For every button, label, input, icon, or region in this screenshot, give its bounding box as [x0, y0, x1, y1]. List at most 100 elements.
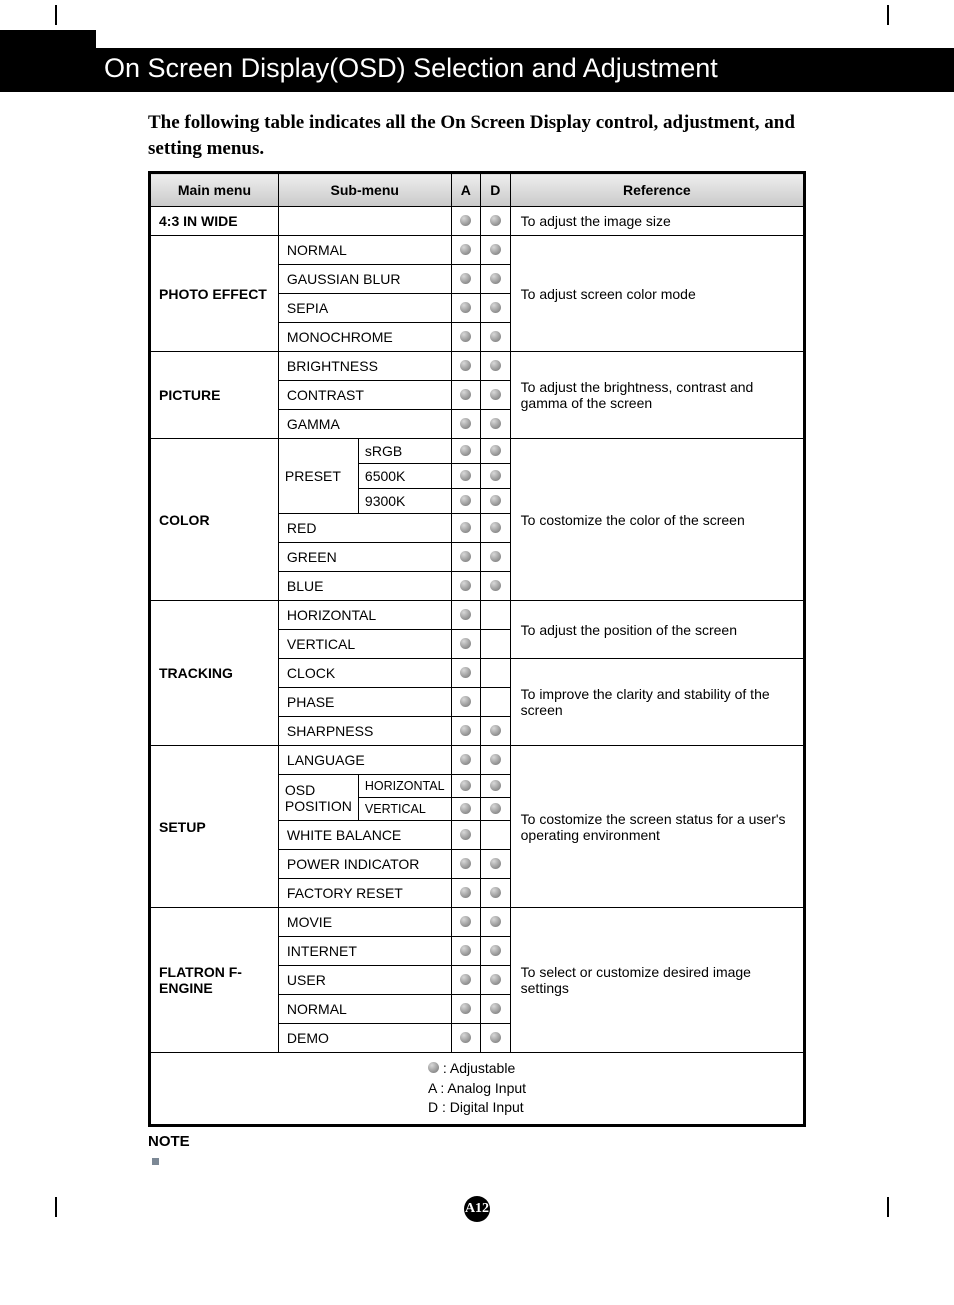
- ref-picture: To adjust the brightness, contrast and g…: [510, 352, 804, 439]
- dot-icon: [490, 754, 501, 765]
- legend-a: A : Analog Input: [428, 1080, 526, 1096]
- sub-label: GAUSSIAN BLUR: [278, 265, 451, 294]
- main-tracking: TRACKING: [150, 601, 279, 746]
- dot-icon: [460, 273, 471, 284]
- col-sub: Sub-menu: [278, 173, 451, 207]
- dot-icon: [490, 780, 501, 791]
- sub-label: GAMMA: [278, 410, 451, 439]
- legend: : Adjustable A : Analog Input D : Digita…: [150, 1053, 805, 1126]
- dot-icon: [460, 696, 471, 707]
- sub-label: VERTICAL: [358, 798, 451, 821]
- dot-icon: [460, 780, 471, 791]
- dot-icon: [460, 1003, 471, 1014]
- main-picture: PICTURE: [150, 352, 279, 439]
- dot-icon: [490, 418, 501, 429]
- dot-icon: [490, 858, 501, 869]
- dot-icon: [460, 302, 471, 313]
- dot-icon: [460, 360, 471, 371]
- row-43: 4:3 IN WIDE To adjust the image size: [150, 207, 805, 236]
- bullet-icon: [152, 1158, 159, 1165]
- dot-icon: [428, 1062, 439, 1073]
- sub-label: BRIGHTNESS: [278, 352, 451, 381]
- sub-osd: OSD POSITION: [278, 775, 358, 821]
- sub-preset: PRESET: [278, 439, 358, 514]
- dot-icon: [460, 725, 471, 736]
- sub-label: PHASE: [278, 688, 451, 717]
- dot-icon: [460, 215, 471, 226]
- sub-label: SHARPNESS: [278, 717, 451, 746]
- dot-icon: [460, 551, 471, 562]
- dot-icon: [460, 916, 471, 927]
- main-color: COLOR: [150, 439, 279, 601]
- dot-icon: [460, 580, 471, 591]
- dot-icon: [490, 522, 501, 533]
- page-title: On Screen Display(OSD) Selection and Adj…: [96, 48, 954, 92]
- dot-icon: [460, 803, 471, 814]
- sub-label: FACTORY RESET: [278, 879, 451, 908]
- sub-label: CLOCK: [278, 659, 451, 688]
- sub-label: MOVIE: [278, 908, 451, 937]
- col-main: Main menu: [150, 173, 279, 207]
- sub-label: NORMAL: [278, 995, 451, 1024]
- legend-adj: : Adjustable: [443, 1060, 515, 1076]
- dot-icon: [490, 331, 501, 342]
- dot-icon: [490, 945, 501, 956]
- dot-icon: [490, 470, 501, 481]
- dot-icon: [460, 858, 471, 869]
- dot-icon: [490, 974, 501, 985]
- dot-icon: [490, 1003, 501, 1014]
- dot-icon: [460, 974, 471, 985]
- dot-icon: [490, 244, 501, 255]
- dot-icon: [460, 331, 471, 342]
- sub-label: BLUE: [278, 572, 451, 601]
- sub-label: NORMAL: [278, 236, 451, 265]
- ref-tracking-clk: To improve the clarity and stability of …: [510, 659, 804, 746]
- main-setup: SETUP: [150, 746, 279, 908]
- dot-icon: [460, 244, 471, 255]
- dot-icon: [460, 754, 471, 765]
- sub-label: RED: [278, 514, 451, 543]
- dot-icon: [490, 445, 501, 456]
- sub-label: GREEN: [278, 543, 451, 572]
- dot-icon: [460, 829, 471, 840]
- dot-icon: [460, 389, 471, 400]
- ref-tracking-pos: To adjust the position of the screen: [510, 601, 804, 659]
- ref-color: To costomize the color of the screen: [510, 439, 804, 601]
- dot-icon: [490, 887, 501, 898]
- sub-label: INTERNET: [278, 937, 451, 966]
- main-photo: PHOTO EFFECT: [150, 236, 279, 352]
- row-photo-normal: PHOTO EFFECT NORMAL To adjust screen col…: [150, 236, 805, 265]
- dot-icon: [490, 302, 501, 313]
- col-ref: Reference: [510, 173, 804, 207]
- sub-label: CONTRAST: [278, 381, 451, 410]
- dot-icon: [460, 1032, 471, 1043]
- sub-label: USER: [278, 966, 451, 995]
- dot-icon: [490, 1032, 501, 1043]
- legend-d: D : Digital Input: [428, 1099, 524, 1115]
- sub-label: VERTICAL: [278, 630, 451, 659]
- dot-icon: [460, 945, 471, 956]
- dot-icon: [460, 887, 471, 898]
- sub-label: sRGB: [358, 439, 451, 464]
- dot-icon: [460, 445, 471, 456]
- col-d: D: [481, 173, 511, 207]
- dot-icon: [490, 389, 501, 400]
- ref-fengine: To select or customize desired image set…: [510, 908, 804, 1053]
- dot-icon: [490, 803, 501, 814]
- dot-icon: [460, 470, 471, 481]
- dot-icon: [460, 638, 471, 649]
- dot-icon: [460, 609, 471, 620]
- dot-icon: [490, 273, 501, 284]
- sub-label: SEPIA: [278, 294, 451, 323]
- sub-label: 6500K: [358, 464, 451, 489]
- ref-photo: To adjust screen color mode: [510, 236, 804, 352]
- header-bar: On Screen Display(OSD) Selection and Adj…: [0, 0, 954, 92]
- ref-setup: To costomize the screen status for a use…: [510, 746, 804, 908]
- dot-icon: [460, 667, 471, 678]
- intro-text: The following table indicates all the On…: [148, 110, 806, 161]
- sub-label: DEMO: [278, 1024, 451, 1053]
- sub-label: LANGUAGE: [278, 746, 451, 775]
- sub-label: 9300K: [358, 489, 451, 514]
- sub-label: HORIZONTAL: [278, 601, 451, 630]
- dot-icon: [490, 551, 501, 562]
